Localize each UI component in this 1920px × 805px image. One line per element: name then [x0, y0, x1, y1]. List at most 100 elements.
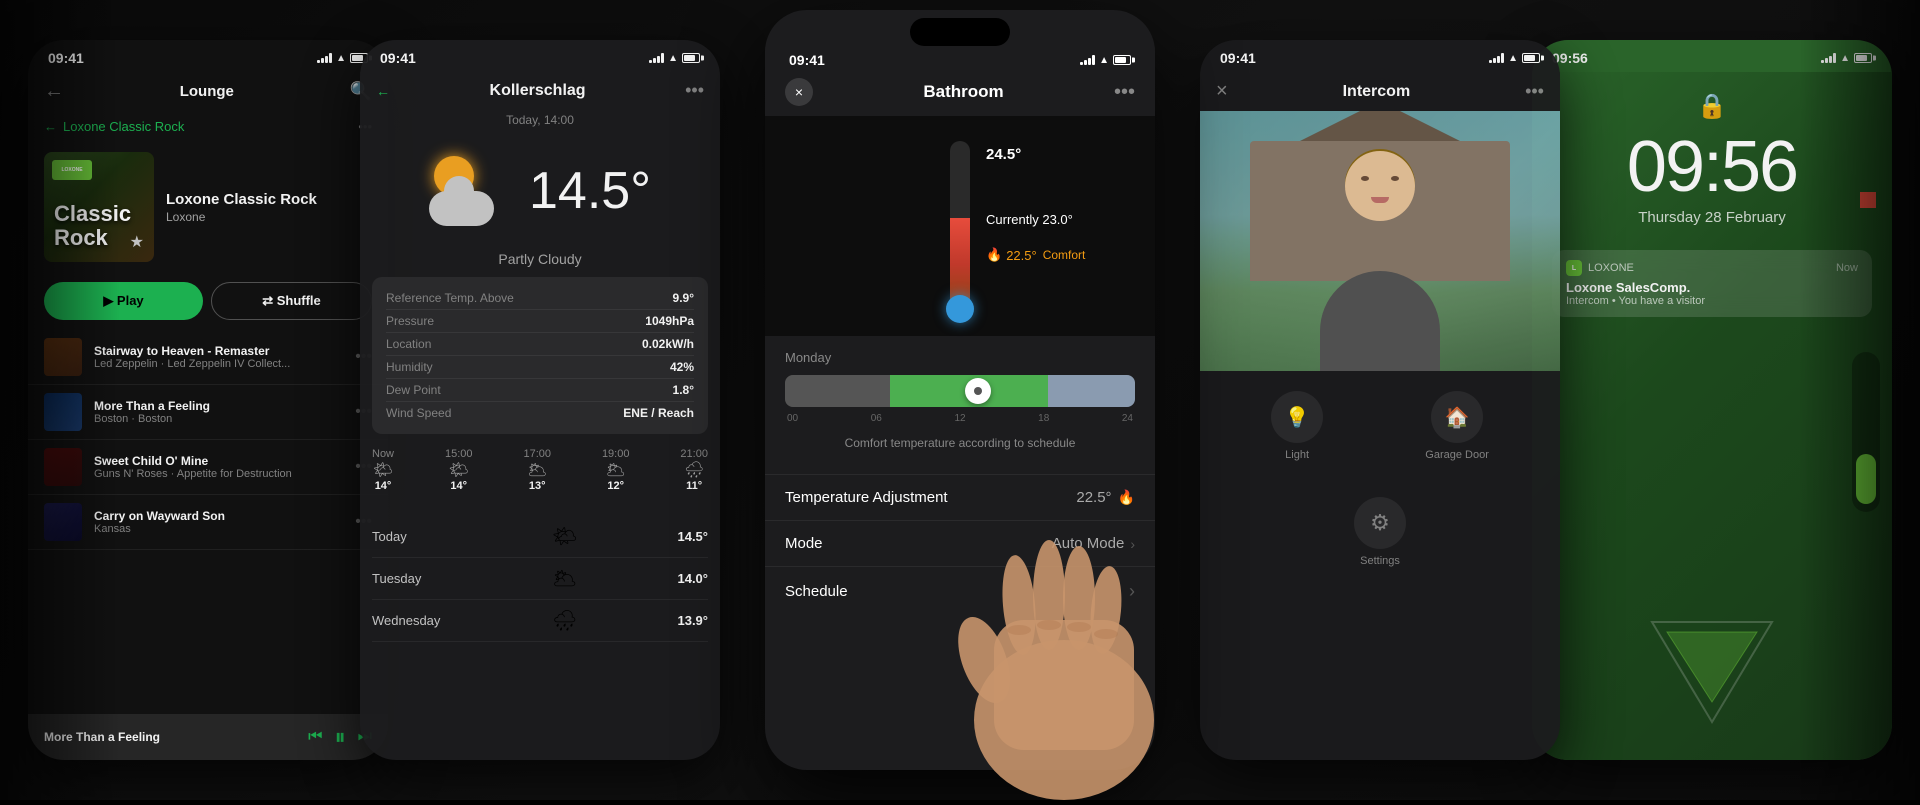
shuffle-button[interactable]: ⇄ Shuffle — [211, 282, 372, 320]
gear-icon: ⚙ — [1370, 510, 1390, 536]
status-bar-1: 09:41 ▲ — [28, 40, 388, 72]
schedule-row[interactable]: Schedule › — [765, 566, 1155, 616]
battery-icon-3 — [1113, 55, 1131, 65]
wifi-icon-5: ▲ — [1840, 53, 1850, 64]
detail-label: Humidity — [386, 360, 433, 374]
time-2: 09:41 — [380, 50, 416, 66]
play-button[interactable]: ▶ Play — [44, 282, 203, 320]
signal-icon-4 — [1489, 53, 1504, 63]
battery-icon-2 — [682, 53, 700, 63]
weather-icon — [429, 151, 509, 231]
intercom-more-icon[interactable]: ••• — [1525, 81, 1544, 102]
mode-label: Mode — [785, 535, 823, 552]
more-icon[interactable]: ••• — [1114, 81, 1135, 104]
status-icons-1: ▲ — [317, 53, 368, 64]
album-title: Loxone Classic Rock — [166, 191, 372, 208]
track-name: Sweet Child O' Mine — [94, 454, 343, 468]
intercom-gear-section: ⚙ Settings — [1200, 481, 1560, 583]
scene: 09:41 ▲ ← Lounge 🔍 ← Loxone Classi — [0, 0, 1920, 800]
brightness-fill — [1856, 454, 1876, 504]
phone-thermostat: 09:41 ▲ × Bathroom ••• — [765, 10, 1155, 770]
weather-title: Kollerschlag — [490, 82, 586, 100]
time-4: 09:41 — [1220, 50, 1256, 66]
track-row[interactable]: Sweet Child O' Mine Guns N' Roses · Appe… — [28, 440, 388, 495]
daily-forecast: Today 🌤 14.5° Tuesday 🌥 14.0° Wednesday … — [360, 506, 720, 652]
detail-label: Pressure — [386, 314, 434, 328]
track-row[interactable]: Carry on Wayward Son Kansas ••• — [28, 495, 388, 550]
garage-button[interactable]: 🏠 — [1431, 391, 1483, 443]
close-button[interactable]: × — [785, 78, 813, 106]
temp-adjustment-row[interactable]: Temperature Adjustment 22.5° 🔥 — [765, 474, 1155, 520]
notif-logo: L — [1566, 260, 1582, 276]
temp-adjustment-value: 22.5° 🔥 — [1076, 489, 1135, 506]
album-section: LOXONE Classic Rock ★ Loxone Classic Roc… — [28, 142, 388, 272]
notif-header: L LOXONE Now — [1566, 260, 1858, 276]
intercom-close-icon[interactable]: × — [1216, 80, 1228, 103]
notif-app-name: LOXONE — [1588, 262, 1634, 274]
mode-row[interactable]: Mode Auto Mode › — [765, 520, 1155, 566]
schedule-bluegray-segment — [1048, 375, 1136, 407]
phone-weather: 09:41 ▲ ← Kollerschlag ••• Today, 14:00 … — [360, 40, 720, 760]
track-row[interactable]: Stairway to Heaven - Remaster Led Zeppel… — [28, 330, 388, 385]
track-row[interactable]: More Than a Feeling Boston · Boston ••• — [28, 385, 388, 440]
red-dot-indicator — [1860, 192, 1876, 208]
breadcrumb-back-icon[interactable]: ← — [44, 119, 57, 134]
schedule-description: Comfort temperature according to schedul… — [785, 432, 1135, 460]
album-info: Loxone Classic Rock Loxone — [166, 191, 372, 224]
detail-value: ENE / Reach — [623, 406, 694, 420]
loxone-logo: LOXONE — [52, 160, 92, 180]
weather-back-icon[interactable]: ← — [376, 83, 390, 99]
track-thumb — [44, 503, 82, 541]
brightness-slider[interactable] — [1852, 352, 1880, 512]
signal-icon-3 — [1080, 55, 1095, 65]
light-button[interactable]: 💡 — [1271, 391, 1323, 443]
schedule-day: Monday — [785, 350, 1135, 365]
weather-detail-row: Wind Speed ENE / Reach — [386, 402, 694, 424]
track-info: Carry on Wayward Son Kansas — [94, 509, 343, 535]
schedule-bar[interactable] — [785, 375, 1135, 407]
detail-value: 9.9° — [673, 291, 694, 305]
weather-detail-row: Pressure 1049hPa — [386, 310, 694, 333]
track-thumb — [44, 338, 82, 376]
lock-screen: 🔒 09:56 Thursday 28 February L LOXONE No… — [1532, 72, 1892, 760]
track-artist: Led Zeppelin · Led Zeppelin IV Collect..… — [94, 358, 343, 370]
album-art: LOXONE Classic Rock ★ — [44, 152, 154, 262]
light-icon: 💡 — [1285, 405, 1310, 430]
temp-adjustment-label: Temperature Adjustment — [785, 489, 948, 506]
thermo-schedule: Monday 00 06 12 18 24 Comfort temperatur… — [765, 336, 1155, 474]
roof — [1300, 111, 1460, 141]
schedule-handle[interactable] — [965, 378, 991, 404]
breadcrumb: ← Loxone Classic Rock ••• — [28, 111, 388, 142]
weather-detail-row: Location 0.02kW/h — [386, 333, 694, 356]
forecast-day-row: Wednesday 🌧 13.9° — [372, 600, 708, 642]
chevron-right-icon-2: › — [1129, 581, 1135, 602]
hourly-forecast: Now🌤14° 15:00🌤14° 17:00🌥13° 19:00🌥12° 21… — [360, 434, 720, 506]
settings-button[interactable]: ⚙ — [1354, 497, 1406, 549]
detail-label: Dew Point — [386, 383, 441, 397]
weather-detail-row: Dew Point 1.8° — [386, 379, 694, 402]
star-icon[interactable]: ★ — [130, 232, 144, 252]
track-name: Stairway to Heaven - Remaster — [94, 344, 343, 358]
temp-comfort-label: 🔥 22.5° Comfort — [986, 247, 1085, 263]
weather-more-icon[interactable]: ••• — [685, 80, 704, 101]
pause-icon[interactable]: ⏸ — [335, 724, 346, 750]
nav-title: Lounge — [180, 83, 234, 100]
notification-card: L LOXONE Now Loxone SalesComp. Intercom … — [1552, 250, 1872, 317]
detail-value: 1.8° — [673, 383, 694, 397]
garage-label: Garage Door — [1425, 449, 1489, 461]
phone-music: 09:41 ▲ ← Lounge 🔍 ← Loxone Classi — [28, 40, 388, 760]
status-icons-5: ▲ — [1821, 53, 1872, 64]
prev-icon[interactable]: ⏮ — [308, 728, 322, 746]
status-bar-4: 09:41 ▲ — [1200, 40, 1560, 72]
eye-right — [1391, 176, 1399, 181]
back-icon[interactable]: ← — [44, 80, 64, 103]
weather-details: Reference Temp. Above 9.9° Pressure 1049… — [372, 277, 708, 434]
flame-icon: 🔥 — [986, 247, 1002, 263]
detail-label: Location — [386, 337, 431, 351]
intercom-title: Intercom — [1343, 83, 1411, 101]
wifi-icon-2: ▲ — [668, 53, 678, 64]
lock-time: 09:56 — [1552, 131, 1872, 203]
track-artist: Boston · Boston — [94, 413, 343, 425]
track-artist: Guns N' Roses · Appetite for Destruction — [94, 468, 343, 480]
lock-date: Thursday 28 February — [1552, 209, 1872, 226]
